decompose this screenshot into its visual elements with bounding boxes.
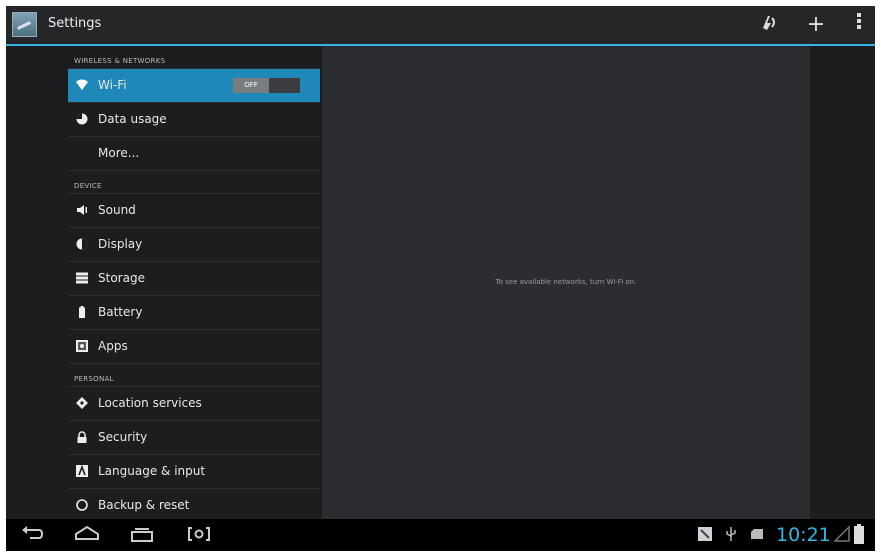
display-icon <box>76 238 88 250</box>
settings-list: WIRELESS & NETWORKS Wi-Fi OFF Data usage… <box>68 46 320 519</box>
settings-item-data-usage[interactable]: Data usage <box>68 103 320 137</box>
settings-item-sound[interactable]: Sound <box>68 194 320 228</box>
settings-list-pane: WIRELESS & NETWORKS Wi-Fi OFF Data usage… <box>6 46 322 519</box>
home-button[interactable] <box>72 523 102 551</box>
tablet-screen: Settings + WIRELESS & NETWORKS Wi-Fi OFF… <box>6 6 875 551</box>
signal-icon <box>834 525 850 542</box>
backup-icon <box>76 499 88 511</box>
section-header-wireless: WIRELESS & NETWORKS <box>68 46 320 69</box>
storage-label: Storage <box>98 271 145 285</box>
storage-icon <box>76 272 88 284</box>
sound-label: Sound <box>98 203 136 217</box>
settings-item-backup[interactable]: Backup & reset <box>68 489 320 519</box>
recent-apps-button[interactable] <box>127 523 157 551</box>
settings-item-display[interactable]: Display <box>68 228 320 262</box>
location-icon <box>76 397 88 409</box>
settings-item-security[interactable]: Security <box>68 421 320 455</box>
language-label: Language & input <box>98 464 206 478</box>
security-label: Security <box>98 430 148 444</box>
back-button[interactable] <box>17 523 47 551</box>
sound-icon <box>77 205 87 215</box>
add-icon[interactable]: + <box>803 12 829 38</box>
settings-item-language[interactable]: Language & input <box>68 455 320 489</box>
storage-status-icon <box>751 529 763 539</box>
battery-label: Battery <box>98 305 143 319</box>
action-bar: Settings + <box>6 6 875 46</box>
notification-icon[interactable] <box>698 527 712 541</box>
wifi-toggle[interactable]: OFF <box>233 78 300 93</box>
backup-label: Backup & reset <box>98 498 190 512</box>
settings-item-wifi[interactable]: Wi-Fi OFF <box>68 69 320 103</box>
settings-item-apps[interactable]: Apps <box>68 330 320 364</box>
display-label: Display <box>98 237 143 251</box>
data-usage-icon <box>76 113 88 125</box>
apps-icon <box>76 340 88 352</box>
wifi-toggle-state: OFF <box>233 78 269 93</box>
settings-item-battery[interactable]: Battery <box>68 296 320 330</box>
clock: 10:21 <box>776 524 831 546</box>
right-edge-panel <box>810 46 875 519</box>
settings-item-more[interactable]: More... <box>68 137 320 171</box>
settings-app-icon[interactable] <box>12 12 37 37</box>
screenshot-button[interactable] <box>184 523 214 551</box>
lock-icon <box>77 431 87 443</box>
section-header-personal: PERSONAL <box>68 364 320 387</box>
location-label: Location services <box>98 396 202 410</box>
settings-item-storage[interactable]: Storage <box>68 262 320 296</box>
wifi-icon <box>76 79 88 90</box>
wireless-icon[interactable] <box>756 12 782 40</box>
language-icon <box>76 465 88 477</box>
usb-icon <box>726 527 736 541</box>
wifi-label: Wi-Fi <box>98 78 127 92</box>
more-label: More... <box>98 146 140 160</box>
page-title: Settings <box>48 16 102 31</box>
settings-item-location[interactable]: Location services <box>68 387 320 421</box>
battery-status-icon <box>854 524 864 544</box>
section-header-device: DEVICE <box>68 171 320 194</box>
system-bar: 10:21 <box>6 519 875 551</box>
overflow-icon[interactable] <box>846 12 872 38</box>
data-usage-label: Data usage <box>98 112 167 126</box>
empty-state-message: To see available networks, turn Wi-Fi on… <box>495 278 637 286</box>
apps-label: Apps <box>98 339 128 353</box>
wifi-detail-pane: To see available networks, turn Wi-Fi on… <box>322 46 810 519</box>
battery-icon <box>79 306 85 318</box>
